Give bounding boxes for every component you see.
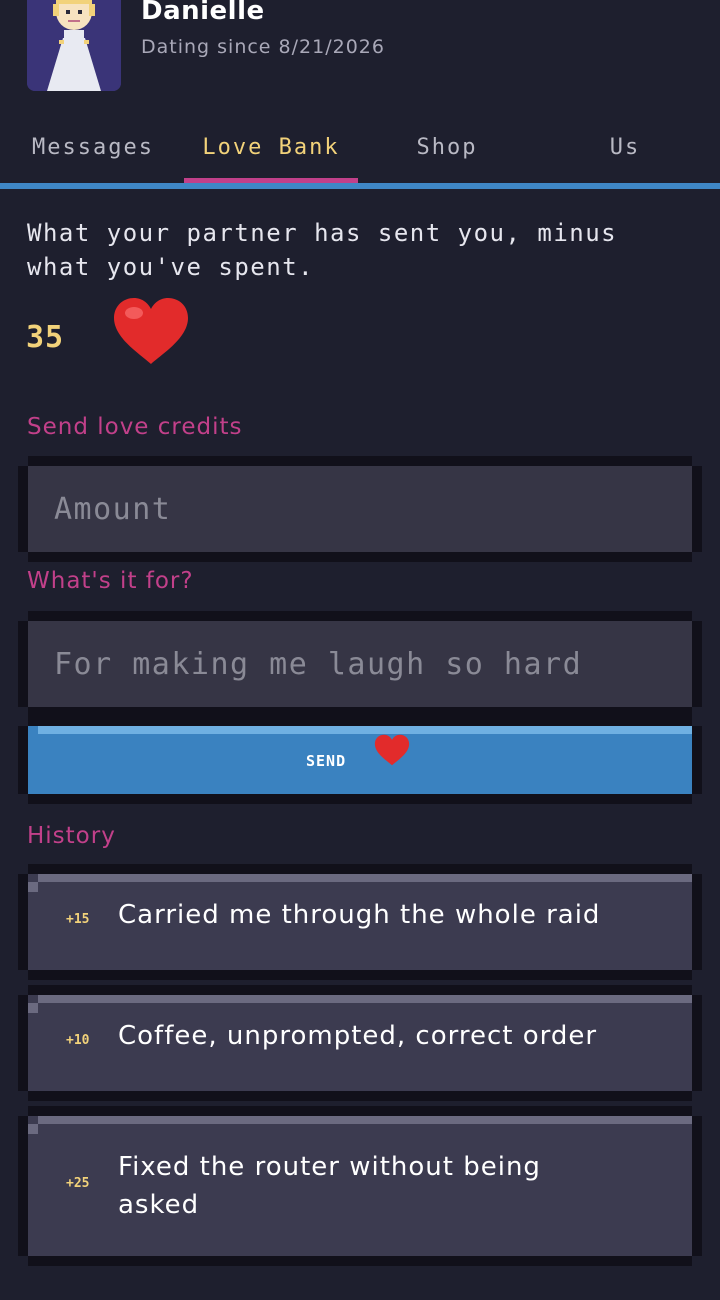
history-amount: +10 — [66, 1033, 90, 1048]
send-credits-label: Send love credits — [27, 414, 243, 440]
history-card: +10 Coffee, unprompted, correct order — [28, 995, 692, 1091]
dating-since: Dating since 8/21/2026 — [141, 36, 385, 58]
amount-input[interactable] — [28, 466, 692, 552]
send-button[interactable]: SEND — [28, 726, 692, 794]
bank-description: What your partner has sent you, minus wh… — [27, 219, 618, 281]
tab-us[interactable]: Us — [560, 130, 690, 182]
history-label: History — [27, 823, 116, 849]
history-amount: +15 — [66, 912, 90, 927]
amount-field-frame — [18, 456, 702, 562]
amount-field-box — [28, 466, 692, 552]
history-text: Coffee, unprompted, correct order — [118, 1021, 598, 1051]
reason-input[interactable] — [28, 621, 692, 707]
heart-icon — [114, 298, 188, 364]
history-item: +10 Coffee, unprompted, correct order — [18, 985, 702, 1101]
history-card: +25 Fixed the router without being asked — [28, 1116, 692, 1256]
tab-divider — [0, 183, 720, 189]
send-button-label: SEND — [306, 752, 347, 770]
send-button-frame: SEND — [18, 716, 702, 804]
reason-label: What's it for? — [27, 568, 194, 594]
history-text: Fixed the router without being asked — [118, 1152, 541, 1220]
love-bank-screen: Danielle Dating since 8/21/2026 Messages… — [0, 0, 720, 1300]
tab-love-bank[interactable]: Love Bank — [184, 130, 358, 182]
balance-value: 35 — [26, 320, 65, 355]
avatar[interactable] — [27, 0, 121, 91]
tab-messages[interactable]: Messages — [20, 130, 166, 182]
reason-field-box — [28, 621, 692, 707]
avatar-image — [27, 0, 121, 91]
partner-name: Danielle — [141, 0, 265, 26]
history-amount: +25 — [66, 1176, 90, 1191]
history-item: +15 Carried me through the whole raid — [18, 864, 702, 980]
tab-shop[interactable]: Shop — [380, 130, 514, 182]
history-text: Carried me through the whole raid — [118, 900, 601, 930]
tab-bar: Messages Love Bank Shop Us — [0, 130, 720, 182]
history-card: +15 Carried me through the whole raid — [28, 874, 692, 970]
heart-icon — [373, 732, 411, 768]
history-item: +25 Fixed the router without being asked — [18, 1106, 702, 1266]
reason-field-frame — [18, 611, 702, 717]
